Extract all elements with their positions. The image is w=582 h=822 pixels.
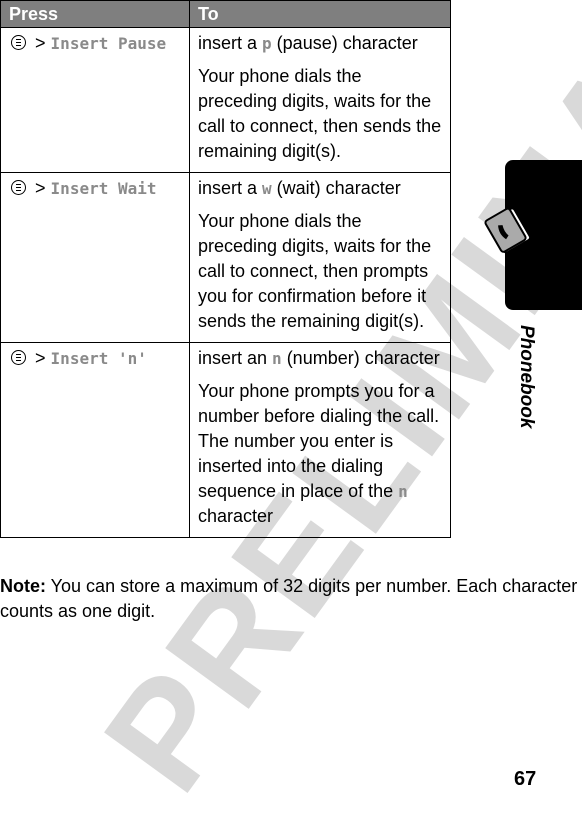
menu-item-insert-pause: Insert Pause [50,34,167,53]
menu-item-insert-wait: Insert Wait [50,179,157,198]
table-row: > Insert Wait insert a w (wait) characte… [0,172,451,343]
row-detail: Your phone dials the preceding digits, w… [198,211,432,331]
key-prefix: > [35,178,46,198]
header-press: Press [0,0,190,28]
section-label: Phonebook [516,325,537,429]
key-table: Press To > Insert Pause insert a p (paus… [0,0,451,538]
row-summary: insert a w (wait) character [198,178,401,198]
menu-key-icon [11,180,26,195]
row-detail: Your phone prompts you for a number befo… [198,381,440,526]
key-prefix: > [35,348,46,368]
page-number: 67 [514,768,537,790]
table-row: > Insert Pause insert a p (pause) charac… [0,27,451,173]
table-row: > Insert 'n' insert an n (number) charac… [0,342,451,538]
header-to: To [189,0,451,28]
note-label: Note: [0,576,46,596]
menu-item-insert-n: Insert 'n' [50,349,147,368]
menu-key-icon [11,35,26,50]
key-prefix: > [35,33,46,53]
menu-key-icon [11,350,26,365]
note-text: You can store a maximum of 32 digits per… [0,576,578,621]
row-summary: insert a p (pause) character [198,33,418,53]
row-detail: Your phone dials the preceding digits, w… [198,66,442,161]
phonebook-icon [484,207,532,254]
row-summary: insert an n (number) character [198,348,440,368]
note: Note: You can store a maximum of 32 digi… [0,574,582,624]
